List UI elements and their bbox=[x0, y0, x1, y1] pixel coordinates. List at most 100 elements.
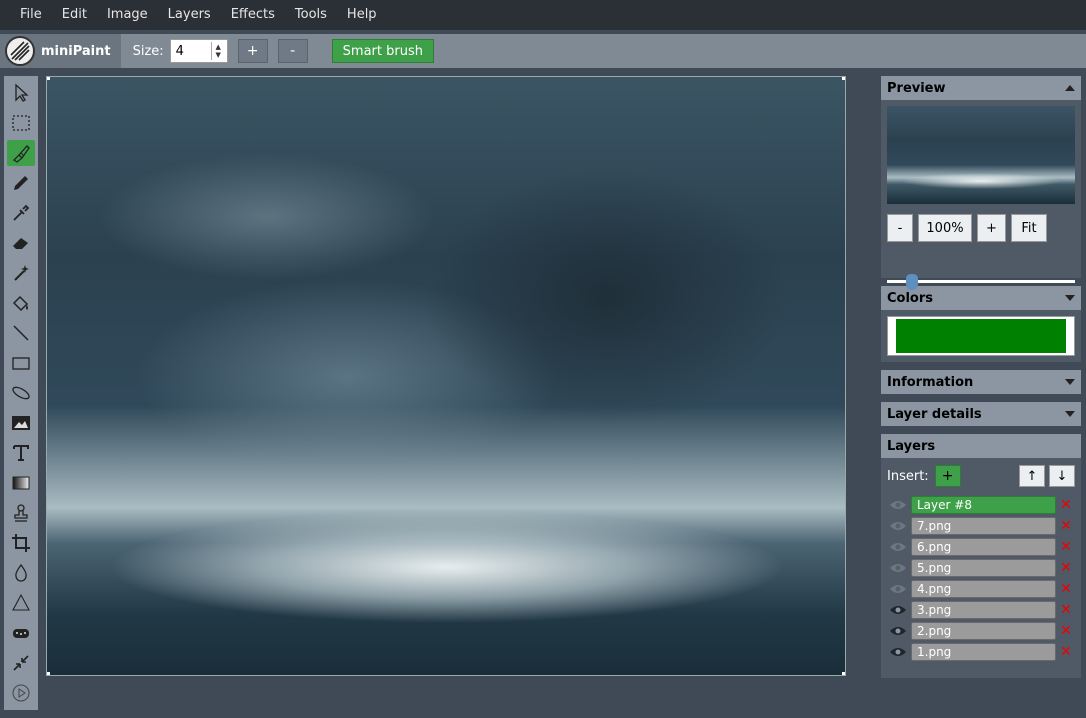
layer-row[interactable]: 3.png ✕ bbox=[887, 599, 1075, 620]
delete-layer-icon[interactable]: ✕ bbox=[1060, 518, 1072, 534]
layer-name[interactable]: 1.png bbox=[911, 642, 1056, 661]
move-layer-up-button[interactable]: ↑ bbox=[1019, 465, 1045, 487]
collapse-up-icon[interactable] bbox=[1065, 85, 1075, 91]
tool-fill[interactable] bbox=[7, 290, 35, 316]
layer-details-header[interactable]: Layer details bbox=[881, 402, 1081, 426]
preview-thumbnail[interactable] bbox=[887, 106, 1075, 204]
current-color-swatch[interactable] bbox=[896, 319, 1066, 353]
tool-magic-wand[interactable] bbox=[7, 260, 35, 286]
tool-sharpen[interactable] bbox=[7, 590, 35, 616]
menu-effects[interactable]: Effects bbox=[221, 0, 285, 30]
tool-blur[interactable] bbox=[7, 560, 35, 586]
menu-layers[interactable]: Layers bbox=[158, 0, 221, 30]
tool-select[interactable] bbox=[7, 80, 35, 106]
tool-ellipse[interactable] bbox=[7, 380, 35, 406]
menu-edit[interactable]: Edit bbox=[52, 0, 97, 30]
smart-brush-button[interactable]: Smart brush bbox=[331, 39, 434, 63]
resize-handle[interactable] bbox=[842, 77, 845, 80]
delete-layer-icon[interactable]: ✕ bbox=[1060, 539, 1072, 555]
layer-row[interactable]: 5.png ✕ bbox=[887, 557, 1075, 578]
layer-row[interactable]: Layer #8 ✕ bbox=[887, 494, 1075, 515]
layer-name[interactable]: 5.png bbox=[911, 558, 1056, 577]
layer-name[interactable]: 6.png bbox=[911, 537, 1056, 556]
layer-name[interactable]: 4.png bbox=[911, 579, 1056, 598]
delete-layer-icon[interactable]: ✕ bbox=[1060, 602, 1072, 618]
eye-hidden-icon[interactable] bbox=[887, 496, 909, 514]
size-spinner[interactable]: ▲ ▼ bbox=[210, 42, 225, 60]
preview-title: Preview bbox=[887, 80, 946, 96]
eye-icon[interactable] bbox=[887, 643, 909, 661]
layer-row[interactable]: 6.png ✕ bbox=[887, 536, 1075, 557]
preview-panel: Preview - 100% + Fit bbox=[881, 76, 1081, 290]
layer-name[interactable]: Layer #8 bbox=[911, 495, 1056, 514]
delete-layer-icon[interactable]: ✕ bbox=[1060, 623, 1072, 639]
resize-handle[interactable] bbox=[842, 672, 845, 675]
eye-hidden-icon[interactable] bbox=[887, 580, 909, 598]
eye-hidden-icon[interactable] bbox=[887, 538, 909, 556]
size-plus-button[interactable]: + bbox=[237, 39, 268, 63]
layer-name[interactable]: 2.png bbox=[911, 621, 1056, 640]
insert-layer-button[interactable]: + bbox=[934, 465, 961, 487]
tool-rectangle[interactable] bbox=[7, 350, 35, 376]
resize-handle[interactable] bbox=[47, 672, 50, 675]
size-minus-button[interactable]: - bbox=[277, 39, 308, 63]
layer-row[interactable]: 7.png ✕ bbox=[887, 515, 1075, 536]
menu-tools[interactable]: Tools bbox=[285, 0, 337, 30]
insert-row: Insert: + ↑ ↓ bbox=[887, 464, 1075, 488]
blur-icon bbox=[15, 563, 27, 582]
expand-down-icon[interactable] bbox=[1065, 295, 1075, 301]
expand-down-icon[interactable] bbox=[1065, 411, 1075, 417]
zoom-level[interactable]: 100% bbox=[918, 214, 972, 242]
eye-hidden-icon[interactable] bbox=[887, 559, 909, 577]
tool-animation[interactable] bbox=[7, 680, 35, 706]
information-header[interactable]: Information bbox=[881, 370, 1081, 394]
information-panel: Information bbox=[881, 370, 1081, 394]
canvas[interactable] bbox=[46, 76, 846, 676]
delete-layer-icon[interactable]: ✕ bbox=[1060, 644, 1072, 660]
preview-header[interactable]: Preview bbox=[881, 76, 1081, 100]
tool-desaturate[interactable] bbox=[7, 620, 35, 646]
tool-pick-color[interactable] bbox=[7, 200, 35, 226]
layer-name[interactable]: 3.png bbox=[911, 600, 1056, 619]
eye-hidden-icon[interactable] bbox=[887, 517, 909, 535]
eye-icon[interactable] bbox=[887, 601, 909, 619]
tool-erase[interactable] bbox=[7, 230, 35, 256]
layer-row[interactable]: 4.png ✕ bbox=[887, 578, 1075, 599]
tools-panel bbox=[4, 76, 38, 710]
tool-image[interactable] bbox=[7, 410, 35, 436]
toolbar: miniPaint Size: 4 ▲ ▼ + - Smart brush bbox=[0, 34, 1086, 68]
layer-name[interactable]: 7.png bbox=[911, 516, 1056, 535]
tool-gradient[interactable] bbox=[7, 470, 35, 496]
color-picker[interactable] bbox=[887, 316, 1075, 356]
delete-layer-icon[interactable]: ✕ bbox=[1060, 497, 1072, 513]
layers-header[interactable]: Layers bbox=[881, 434, 1081, 458]
tool-text[interactable] bbox=[7, 440, 35, 466]
tool-crop[interactable] bbox=[7, 530, 35, 556]
tool-clone[interactable] bbox=[7, 500, 35, 526]
tool-line[interactable] bbox=[7, 320, 35, 346]
tool-selection[interactable] bbox=[7, 110, 35, 136]
layer-list: Layer #8 ✕ 7.png ✕ 6.png ✕ 5.png ✕ 4.png ✕ 3.png ✕ 2… bbox=[887, 494, 1075, 662]
spin-down-icon[interactable]: ▼ bbox=[215, 51, 220, 59]
delete-layer-icon[interactable]: ✕ bbox=[1060, 581, 1072, 597]
zoom-out-button[interactable]: - bbox=[887, 214, 913, 242]
zoom-slider[interactable] bbox=[887, 274, 1075, 290]
zoom-slider-handle[interactable] bbox=[906, 274, 918, 290]
menu-help[interactable]: Help bbox=[337, 0, 387, 30]
expand-down-icon[interactable] bbox=[1065, 379, 1075, 385]
menu-image[interactable]: Image bbox=[97, 0, 158, 30]
layer-row[interactable]: 2.png ✕ bbox=[887, 620, 1075, 641]
menu-file[interactable]: File bbox=[10, 0, 52, 30]
layer-row[interactable]: 1.png ✕ bbox=[887, 641, 1075, 662]
move-layer-down-button[interactable]: ↓ bbox=[1049, 465, 1075, 487]
delete-layer-icon[interactable]: ✕ bbox=[1060, 560, 1072, 576]
tool-pencil[interactable] bbox=[7, 170, 35, 196]
spin-up-icon[interactable]: ▲ bbox=[215, 43, 220, 51]
size-input[interactable]: 4 ▲ ▼ bbox=[169, 39, 228, 63]
eye-icon[interactable] bbox=[887, 622, 909, 640]
tool-bulge-pinch[interactable] bbox=[7, 650, 35, 676]
resize-handle[interactable] bbox=[47, 77, 50, 80]
zoom-fit-button[interactable]: Fit bbox=[1011, 214, 1047, 242]
zoom-in-button[interactable]: + bbox=[977, 214, 1006, 242]
tool-brush[interactable] bbox=[7, 140, 35, 166]
